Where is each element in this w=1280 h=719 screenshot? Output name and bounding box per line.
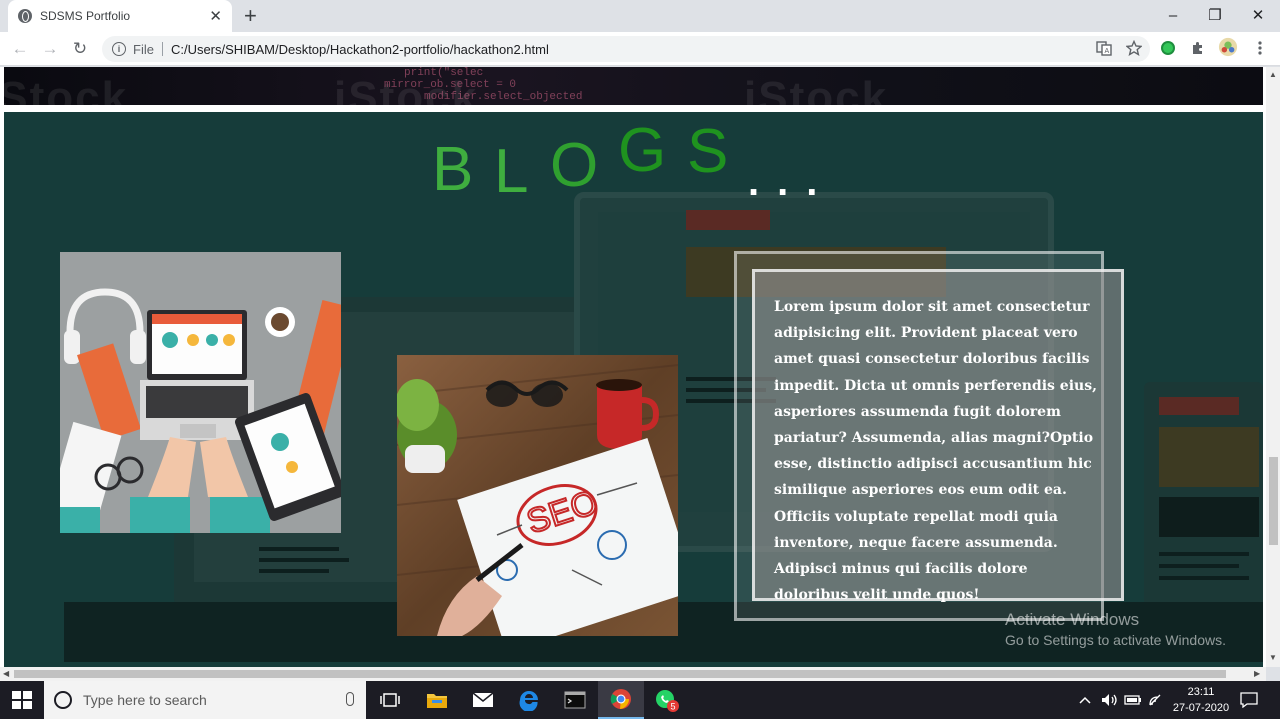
edge-browser-icon[interactable] [506,681,552,719]
info-icon[interactable]: i [112,42,126,56]
bookmark-star-icon[interactable] [1126,40,1142,56]
bg-decoration [1159,564,1239,568]
maximize-button[interactable]: ❐ [1193,0,1237,30]
scroll-up-arrow-icon[interactable]: ▲ [1269,70,1277,79]
svg-text:A: A [1105,48,1110,55]
blog-image-seo[interactable]: SEO [397,355,678,636]
vertical-scroll-thumb[interactable] [1269,457,1278,545]
extension-green-icon[interactable] [1158,38,1178,58]
whatsapp-badge: 5 [671,702,676,712]
blog-text-card: Lorem ipsum dolor sit amet consectetur a… [752,269,1124,603]
address-divider [161,42,163,56]
address-scheme: File [133,41,154,57]
tab-sdsms-portfolio[interactable]: SDSMS Portfolio ✕ [8,0,232,32]
hero-watermark: iStock [4,73,129,105]
address-url[interactable]: C:/Users/SHIBAM/Desktop/Hackathon2-portf… [171,42,549,57]
bg-decoration [1159,497,1259,537]
laptop-illustration-icon [60,252,341,533]
show-hidden-icons[interactable] [1078,681,1092,719]
bg-decoration [1159,552,1249,556]
forward-button[interactable]: → [38,38,62,60]
back-button[interactable]: ← [8,38,32,60]
notifications-icon[interactable] [1240,681,1258,719]
bg-decoration [1159,576,1249,580]
blog-paragraph: Lorem ipsum dolor sit amet consectetur a… [774,299,1097,604]
horizontal-scrollbar[interactable]: ◀ ▶ [0,667,1266,681]
windows-start-icon[interactable] [12,691,32,709]
horizontal-scroll-thumb[interactable] [14,670,1226,678]
page-viewport: iStock iStock iStock print("selec mirror… [0,67,1266,667]
clock-time: 23:11 [1187,686,1215,698]
bg-decoration [1159,397,1239,415]
system-clock[interactable]: 23:11 27-07-2020 [1165,684,1237,716]
scroll-right-arrow-icon[interactable]: ▶ [1254,669,1260,678]
activate-windows-watermark: Activate Windows Go to Settings to activ… [1005,610,1226,648]
microphone-icon[interactable] [346,692,354,706]
tab-close-icon[interactable]: ✕ [209,7,222,25]
task-view-icon[interactable] [367,681,413,719]
hero-banner-strip: iStock iStock iStock print("selec mirror… [4,67,1263,105]
bg-decoration [686,210,770,230]
bg-decoration [259,547,339,551]
bg-decoration [259,558,349,562]
hero-watermark: iStock [744,73,889,105]
taskbar-search-box[interactable]: Type here to search [44,681,366,719]
file-explorer-icon[interactable] [414,681,460,719]
omnibox-actions: A [1096,40,1142,56]
chrome-icon[interactable] [598,681,644,719]
minimize-button[interactable]: – [1151,0,1195,30]
title-dots: ... [748,160,836,204]
bg-decoration [259,569,329,573]
hero-code-overlay: print("selec mirror_ob.select = 0 modifi… [384,67,583,103]
bg-decoration [1159,427,1259,487]
battery-icon[interactable] [1124,681,1142,719]
extensions-puzzle-icon[interactable] [1188,38,1208,58]
title-letter: S [687,117,729,186]
title-letter: L [494,137,529,206]
browser-menu-icon[interactable] [1250,38,1270,58]
whatsapp-icon[interactable]: 5 [644,681,690,719]
blog-image-workspace[interactable] [60,252,341,533]
windows-taskbar: Type here to search 5 23:11 27-07-2020 [0,681,1280,719]
tab-strip: SDSMS Portfolio ✕ + – ❐ ✕ [0,0,1280,32]
globe-icon [18,9,32,23]
seo-notebook-icon: SEO [397,355,678,636]
title-letter: O [550,131,599,200]
title-letter: G [618,116,667,185]
tab-title: SDSMS Portfolio [40,9,131,23]
scroll-down-arrow-icon[interactable]: ▼ [1269,653,1277,662]
wifi-icon[interactable] [1148,681,1164,719]
profile-avatar[interactable] [1218,37,1238,57]
scroll-left-arrow-icon[interactable]: ◀ [3,669,9,678]
volume-icon[interactable] [1100,681,1118,719]
blogs-section: B L O G S ... SEO Lorem ipsum dolor sit … [4,112,1263,667]
terminal-icon[interactable] [552,681,598,719]
mail-icon[interactable] [460,681,506,719]
vertical-scrollbar[interactable]: ▲ ▼ [1266,67,1280,667]
blogs-heading: B L O G S ... [4,112,1263,212]
clock-date: 27-07-2020 [1172,702,1230,714]
browser-toolbar: ← → ↻ i File C:/Users/SHIBAM/Desktop/Hac… [0,32,1280,66]
reload-button[interactable]: ↻ [68,38,92,60]
address-bar[interactable]: i File C:/Users/SHIBAM/Desktop/Hackathon… [102,36,1150,62]
cortana-icon [54,691,72,709]
taskbar-search-placeholder: Type here to search [83,692,207,708]
title-letter: B [432,135,474,204]
translate-icon[interactable]: A [1096,40,1112,56]
new-tab-button[interactable]: + [244,4,257,28]
close-window-button[interactable]: ✕ [1236,0,1280,30]
